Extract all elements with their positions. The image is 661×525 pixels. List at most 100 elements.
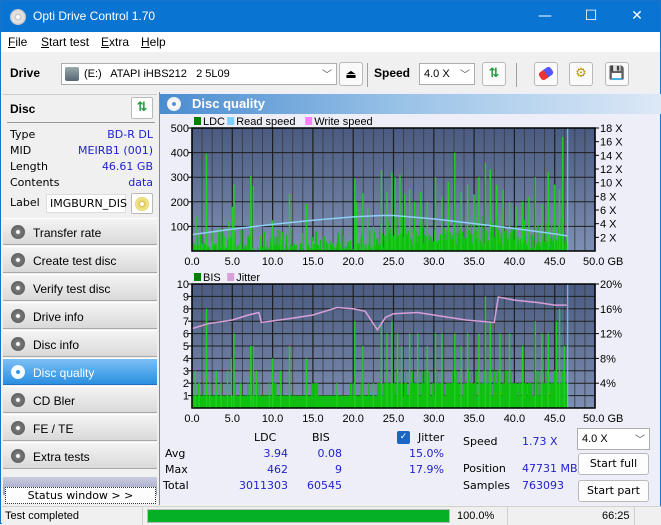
legend-label: Jitter <box>236 272 260 284</box>
speed-select[interactable]: 4.0 X ﹀ <box>419 63 475 85</box>
speed-stat-value: 1.73 X <box>522 435 558 448</box>
menu-help-label: elp <box>149 35 166 49</box>
position-value: 47731 MB <box>522 462 578 475</box>
x-tick-label: 35.0 <box>463 413 484 422</box>
elapsed-time: 66:25 <box>602 510 630 522</box>
menu-file[interactable]: File <box>8 35 27 49</box>
disc-label-button[interactable] <box>131 193 153 214</box>
legend-label: BIS <box>203 272 221 284</box>
save-button[interactable]: 💾 <box>605 62 629 86</box>
stats-avg-bis: 0.08 <box>317 447 343 460</box>
disc-icon <box>11 449 25 463</box>
sidebar-item-transfer-rate[interactable]: Transfer rate <box>3 218 157 245</box>
x-tick-label: 15.0 <box>302 413 323 422</box>
sidebar-item-label: Disc quality <box>33 366 95 380</box>
drive-icon <box>65 67 79 81</box>
eject-icon: ⏏ <box>345 67 357 81</box>
drive-select[interactable]: (E:) ATAPI iHBS212 2 5L09 ﹀ <box>61 63 337 85</box>
y-tick-label-left: 500 <box>171 123 189 135</box>
status-text: Test completed <box>5 510 79 522</box>
jitter-checkbox[interactable]: ✓ <box>397 431 410 444</box>
sidebar-item-label: Extra tests <box>33 450 90 464</box>
x-tick-label: 25.0 <box>383 413 404 422</box>
sidebar-item-extra-tests[interactable]: Extra tests <box>3 442 157 469</box>
divider <box>142 507 143 525</box>
x-tick-label: 45.0 <box>544 413 565 422</box>
stats-avg-ldc: 3.94 <box>263 447 289 460</box>
erase-button[interactable] <box>534 62 558 86</box>
status-window-button[interactable]: Status window > > <box>5 487 156 504</box>
divider <box>634 507 635 525</box>
sidebar-item-disc-quality[interactable]: Disc quality <box>3 358 157 385</box>
stats-total-bis: 60545 <box>307 479 342 492</box>
y-tick-label-right: 12 X <box>600 164 623 176</box>
disc-icon <box>11 365 25 379</box>
bis-jitter-chart: 0.0 5.0 10.0 15.0 20.0 25.0 30.0 35.0 40.0 45.0 50… <box>177 272 624 422</box>
x-tick-label: 0.0 <box>184 256 199 268</box>
y-tick-label-right: 2 X <box>600 232 617 244</box>
y-tick-label-left: 6 <box>183 329 189 341</box>
stats-avg-label: Avg <box>165 447 186 460</box>
chevron-down-icon: ﹀ <box>635 435 645 446</box>
sidebar-item-disc-info[interactable]: Disc info <box>3 330 157 357</box>
sidebar-item-label: Create test disc <box>33 254 117 268</box>
menu-start-test-accel: S <box>41 35 50 49</box>
x-tick-label: 30.0 <box>423 413 444 422</box>
y-tick-label-left: 200 <box>171 197 189 209</box>
app-disc-icon <box>10 9 26 25</box>
eject-button[interactable]: ⏏ <box>339 62 363 86</box>
sidebar-item-label: CD Bler <box>33 394 76 408</box>
disc-icon <box>135 197 149 211</box>
sidebar-item-drive-info[interactable]: Drive info <box>3 302 157 329</box>
y-tick-label-right: 8 X <box>600 191 617 203</box>
disc-refresh-button[interactable]: ⇅ <box>131 97 153 119</box>
disc-contents-label: Contents <box>10 176 60 189</box>
disc-quality-panel: Disc quality 0.0 5.0 10.0 15.0 20.0 25.0 30.0 3… <box>159 92 661 505</box>
disc-quality-icon <box>167 97 181 111</box>
menu-extra[interactable]: Extra <box>101 35 129 49</box>
test-speed-select[interactable]: 4.0 X ﹀ <box>577 428 650 450</box>
samples-value: 763093 <box>522 479 564 492</box>
x-tick-label: 25.0 <box>383 256 404 268</box>
x-tick-label: 50.0 GB <box>583 256 623 268</box>
stats-avg-jitter: 15.0% <box>409 447 444 460</box>
disc-icon <box>11 225 25 239</box>
disc-label-input[interactable]: IMGBURN_DIS <box>46 194 127 213</box>
sidebar-item-create-test-disc[interactable]: Create test disc <box>3 246 157 273</box>
speed-label: Speed <box>374 66 411 80</box>
stats-max-ldc: 462 <box>267 463 288 476</box>
start-part-button[interactable]: Start part <box>578 480 649 502</box>
refresh-icon: ⇅ <box>136 100 148 115</box>
x-tick-label: 20.0 <box>342 256 363 268</box>
x-tick-label: 10.0 <box>262 256 283 268</box>
settings-button[interactable]: ⚙ <box>569 62 593 86</box>
disc-label-label: Label <box>10 196 40 209</box>
sidebar-item-fe-te[interactable]: FE / TE <box>3 414 157 441</box>
y-tick-label-left: 2 <box>183 378 189 390</box>
stats-total-label: Total <box>163 479 189 492</box>
window-title: Opti Drive Control 1.70 <box>33 9 156 23</box>
close-button[interactable]: ✕ <box>614 1 660 32</box>
sidebar-item-verify-test-disc[interactable]: Verify test disc <box>3 274 157 301</box>
progress-percent: 100.0% <box>457 510 495 522</box>
menu-help[interactable]: Help <box>141 35 166 49</box>
toolbar: Drive (E:) ATAPI iHBS212 2 5L09 ﹀ ⏏ Spee… <box>1 52 660 92</box>
sidebar-item-cd-bler[interactable]: CD Bler <box>3 386 157 413</box>
minimize-button[interactable]: — <box>522 1 568 32</box>
start-full-button[interactable]: Start full <box>578 453 649 475</box>
y-tick-label-left: 100 <box>171 221 189 233</box>
disc-icon <box>11 421 25 435</box>
y-tick-label-left: 7 <box>183 316 189 328</box>
save-icon: 💾 <box>608 66 626 81</box>
refresh-button[interactable]: ⇅ <box>482 62 506 86</box>
menu-start-test-label: tart test <box>49 35 90 49</box>
maximize-button[interactable]: ☐ <box>568 1 614 32</box>
sidebar-item-label: Drive info <box>33 310 84 324</box>
sidebar-item-label: FE / TE <box>33 422 74 436</box>
settings-icon: ⚙ <box>575 66 587 81</box>
panel-header: Disc quality <box>160 94 661 114</box>
legend-swatch <box>305 117 313 125</box>
menu-start-test[interactable]: Start test <box>41 35 89 49</box>
menu-extra-accel: E <box>101 35 110 49</box>
y-tick-label-left: 5 <box>183 341 189 353</box>
